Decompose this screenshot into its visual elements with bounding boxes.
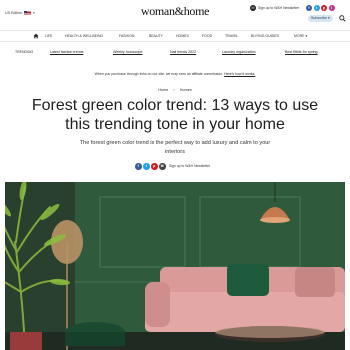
breadcrumb-separator: ›	[173, 88, 175, 92]
nav-item-travel[interactable]: TRAVEL	[225, 34, 238, 38]
trending-label: TRENDING	[15, 50, 34, 54]
envelope-icon: ✉	[250, 5, 256, 11]
affiliate-disclaimer: When you purchase through links on our s…	[0, 72, 350, 76]
home-icon[interactable]	[33, 33, 39, 39]
trending-item[interactable]: Nail trends 2022	[170, 50, 196, 54]
trending-item[interactable]: Latest fashion trends	[50, 50, 83, 54]
disclaimer-link[interactable]: Here's how it works.	[224, 72, 255, 76]
nav-item-health-wellbeing[interactable]: HEALTH & WELLBEING	[65, 34, 103, 38]
disclaimer-text: When you purchase through links on our s…	[94, 72, 224, 76]
trending-item[interactable]: Weekly horoscope	[113, 50, 143, 54]
facebook-icon[interactable]: f	[306, 4, 312, 11]
top-bar: US Edition ▾ woman&home ✉ Sign up to W&H…	[0, 0, 350, 28]
hero-image	[5, 182, 345, 350]
pinterest-icon[interactable]: p	[321, 4, 327, 11]
article-subtitle: The forest green color trend is the perf…	[79, 140, 271, 155]
nav-item-homes[interactable]: HOMES	[176, 34, 189, 38]
nav-item-food[interactable]: FOOD	[202, 34, 212, 38]
page-title: Forest green color trend: 13 ways to use…	[31, 97, 319, 133]
search-icon[interactable]	[339, 15, 346, 22]
nav-item-beauty[interactable]: BEAUTY	[149, 34, 163, 38]
trending-item[interactable]: Best fitbits for spring	[285, 50, 318, 54]
breadcrumb-homes[interactable]: Homes	[180, 88, 192, 92]
subscribe-button[interactable]: Subscribe ▾	[308, 15, 333, 22]
newsletter-signup[interactable]: ✉ Sign up to W&H Newsletter	[250, 5, 299, 11]
nav-item-more[interactable]: MORE ▾	[294, 34, 307, 38]
main-nav: LIFE HEALTH & WELLBEING FASHION BEAUTY H…	[0, 30, 350, 42]
share-bar: f t p ✉ Sign up to W&H Newsletter	[135, 163, 210, 170]
trending-bar: TRENDING Latest fashion trends Weekly ho…	[0, 47, 350, 58]
nav-item-buying-guides[interactable]: BUYING GUIDES	[251, 34, 279, 38]
share-pinterest-icon[interactable]: p	[151, 163, 158, 170]
breadcrumb: Home › Homes	[0, 88, 350, 92]
share-twitter-icon[interactable]: t	[143, 163, 150, 170]
nav-item-fashion[interactable]: FASHION	[119, 34, 134, 38]
share-newsletter-label[interactable]: Sign up to W&H Newsletter	[169, 164, 210, 168]
social-links: f t p i	[306, 4, 335, 11]
nav-item-life[interactable]: LIFE	[45, 34, 52, 38]
share-email-icon[interactable]: ✉	[159, 163, 166, 170]
share-facebook-icon[interactable]: f	[135, 163, 142, 170]
instagram-icon[interactable]: i	[328, 4, 335, 11]
trending-item[interactable]: Laundry organization	[222, 50, 256, 54]
breadcrumb-home[interactable]: Home	[158, 88, 168, 92]
twitter-icon[interactable]: t	[313, 4, 320, 11]
newsletter-signup-label: Sign up to W&H Newsletter	[258, 6, 300, 10]
